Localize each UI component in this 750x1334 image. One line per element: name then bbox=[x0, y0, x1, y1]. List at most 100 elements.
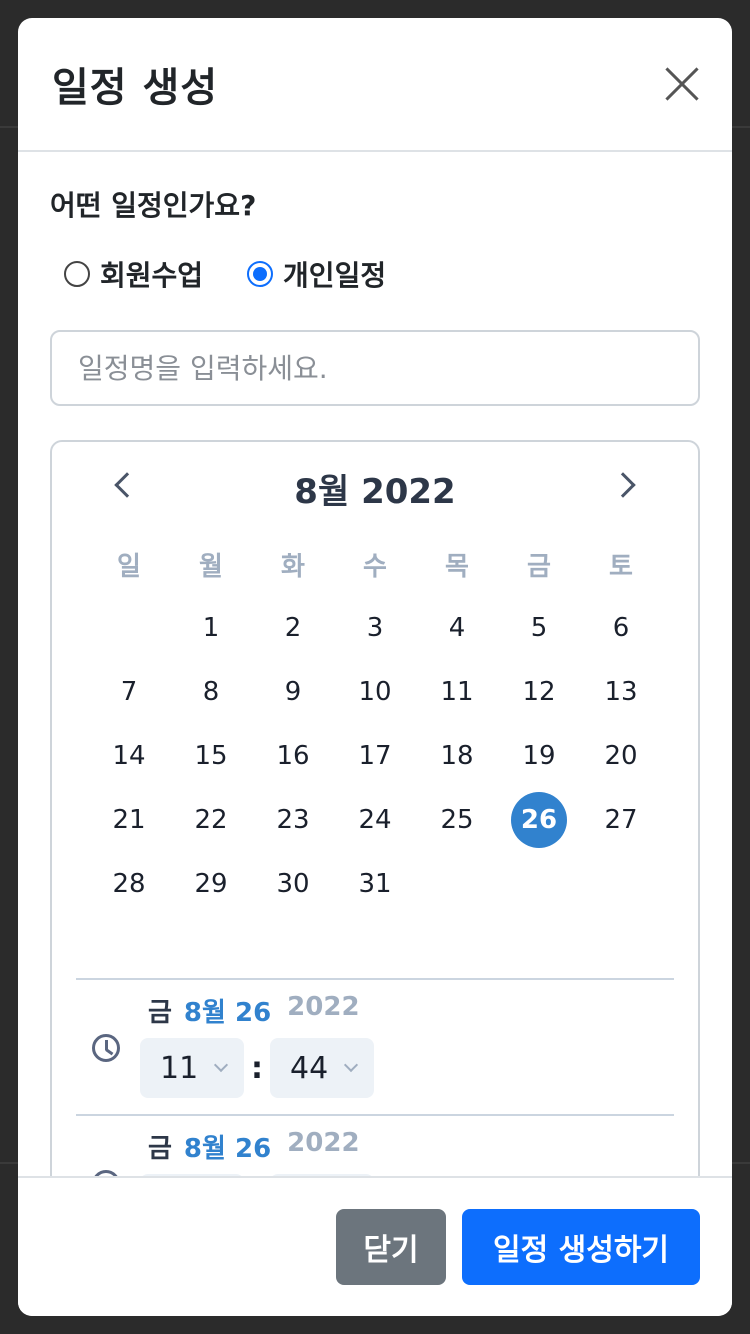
calendar-day[interactable]: 14 bbox=[88, 741, 170, 771]
start-minute-select[interactable]: 44 bbox=[270, 1038, 374, 1098]
calendar-day-number: 26 bbox=[511, 792, 567, 848]
calendar-day-number: 3 bbox=[366, 613, 384, 643]
calendar-month-title: 8월 2022 bbox=[294, 472, 456, 512]
calendar-day-number: 23 bbox=[276, 805, 310, 835]
calendar-day-number: 25 bbox=[440, 805, 474, 835]
calendar-day[interactable]: 4 bbox=[416, 613, 498, 643]
clock-icon bbox=[92, 1034, 120, 1062]
modal-header: 일정 생성 bbox=[18, 18, 732, 152]
weekday-label: 목 bbox=[445, 551, 469, 582]
calendar-day[interactable]: 28 bbox=[88, 869, 170, 899]
calendar-day-number: 22 bbox=[194, 805, 228, 835]
radio-circle-member-class[interactable] bbox=[64, 261, 90, 287]
radio-circle-personal-schedule[interactable] bbox=[247, 261, 274, 287]
calendar-day-number: 4 bbox=[448, 613, 466, 643]
calendar-day[interactable]: 25 bbox=[416, 805, 498, 835]
calendar-day-number: 13 bbox=[604, 677, 638, 707]
calendar-weeks: 1 2 3 4 5 6 7 8 9 10 11 12 13 14 15 16 17 18 19 20 21 22 23 24 2… bbox=[88, 596, 662, 916]
end-date: 8월 26 bbox=[183, 1134, 272, 1164]
calendar-week-row: 14 15 16 17 18 19 20 bbox=[88, 724, 662, 788]
radio-label: 개인일정 bbox=[283, 259, 387, 292]
weekday-row: 일 월 화 수 목 금 토 bbox=[88, 532, 662, 596]
weekday-label: 월 bbox=[199, 551, 223, 582]
start-weekday: 금 bbox=[148, 998, 172, 1028]
calendar-day-number: 27 bbox=[604, 805, 638, 835]
chevron-down-icon bbox=[213, 1057, 229, 1073]
end-date-label: 금 8월 26 2022 bbox=[148, 1128, 360, 1165]
calendar-day[interactable]: 26 bbox=[498, 792, 580, 848]
calendar-day[interactable]: 27 bbox=[580, 805, 662, 835]
calendar-day-number: 2 bbox=[284, 613, 302, 643]
calendar-day[interactable]: 8 bbox=[170, 677, 252, 707]
calendar-day-number: 30 bbox=[276, 869, 310, 899]
calendar-day-number: 14 bbox=[112, 741, 146, 771]
calendar-day[interactable]: 20 bbox=[580, 741, 662, 771]
calendar-day-number: 12 bbox=[522, 677, 556, 707]
schedule-name-input[interactable] bbox=[50, 330, 700, 406]
calendar-day[interactable]: 5 bbox=[498, 613, 580, 643]
calendar-day[interactable]: 17 bbox=[334, 741, 416, 771]
radio-personal-schedule[interactable]: 개인일정 bbox=[247, 254, 386, 294]
radio-member-class[interactable]: 회원수업 bbox=[64, 254, 203, 294]
calendar-day-number: 20 bbox=[604, 741, 638, 771]
calendar-day[interactable]: 29 bbox=[170, 869, 252, 899]
close-button[interactable]: 닫기 bbox=[336, 1209, 446, 1285]
start-hour-value: 11 bbox=[160, 1050, 199, 1086]
calendar-day[interactable]: 1 bbox=[170, 613, 252, 643]
calendar-day[interactable]: 19 bbox=[498, 741, 580, 771]
calendar-day-number: 16 bbox=[276, 741, 310, 771]
close-icon[interactable] bbox=[662, 64, 702, 104]
calendar-week-row: 1 2 3 4 5 6 bbox=[88, 596, 662, 660]
calendar-day-number: 28 bbox=[112, 869, 146, 899]
calendar-week-row: 28 29 30 31 bbox=[88, 852, 662, 916]
calendar-day-number: 7 bbox=[120, 677, 138, 707]
start-hour-select[interactable]: 11 bbox=[140, 1038, 244, 1098]
calendar-day-number: 31 bbox=[358, 869, 392, 899]
calendar-day-number: 10 bbox=[358, 677, 392, 707]
create-schedule-modal: 일정 생성 어떤 일정인가요? 회원수업 개인일정 8월 2022 bbox=[18, 18, 732, 1316]
calendar-day-number: 1 bbox=[202, 613, 220, 643]
schedule-type-question: 어떤 일정인가요? bbox=[50, 189, 257, 222]
weekday-label: 화 bbox=[281, 551, 305, 582]
start-time-section: 금 8월 26 2022 11 : 44 bbox=[76, 978, 674, 1114]
calendar-day[interactable]: 30 bbox=[252, 869, 334, 899]
calendar-day[interactable]: 15 bbox=[170, 741, 252, 771]
calendar-day[interactable]: 22 bbox=[170, 805, 252, 835]
calendar-day-number: 11 bbox=[440, 677, 474, 707]
modal-footer: 닫기 일정 생성하기 bbox=[18, 1176, 732, 1316]
calendar-day[interactable]: 2 bbox=[252, 613, 334, 643]
weekday-label: 토 bbox=[609, 551, 633, 582]
create-schedule-button[interactable]: 일정 생성하기 bbox=[462, 1209, 700, 1285]
end-year: 2022 bbox=[287, 1128, 360, 1158]
calendar-day[interactable]: 13 bbox=[580, 677, 662, 707]
calendar-day[interactable]: 18 bbox=[416, 741, 498, 771]
end-time-section: 금 8월 26 2022 bbox=[76, 1114, 674, 1176]
weekday-label: 금 bbox=[527, 551, 551, 582]
start-year: 2022 bbox=[287, 992, 360, 1022]
calendar-day[interactable]: 16 bbox=[252, 741, 334, 771]
calendar-day[interactable]: 6 bbox=[580, 613, 662, 643]
calendar-day[interactable]: 3 bbox=[334, 613, 416, 643]
calendar-day[interactable]: 11 bbox=[416, 677, 498, 707]
calendar-day[interactable]: 7 bbox=[88, 677, 170, 707]
calendar-week-row: 7 8 9 10 11 12 13 bbox=[88, 660, 662, 724]
calendar-day[interactable]: 12 bbox=[498, 677, 580, 707]
calendar-day[interactable]: 10 bbox=[334, 677, 416, 707]
time-separator: : bbox=[251, 1050, 263, 1086]
radio-label: 회원수업 bbox=[100, 259, 204, 292]
calendar-week-row: 21 22 23 24 25 26 27 bbox=[88, 788, 662, 852]
calendar-day[interactable]: 23 bbox=[252, 805, 334, 835]
calendar-day[interactable]: 24 bbox=[334, 805, 416, 835]
calendar-day[interactable]: 31 bbox=[334, 869, 416, 899]
calendar-day-number: 5 bbox=[530, 613, 548, 643]
calendar-day-number: 8 bbox=[202, 677, 220, 707]
calendar-day[interactable]: 9 bbox=[252, 677, 334, 707]
calendar-day[interactable]: 21 bbox=[88, 805, 170, 835]
start-time-selects: 11 : 44 bbox=[140, 1038, 374, 1098]
calendar-day-number: 24 bbox=[358, 805, 392, 835]
calendar-day-number: 29 bbox=[194, 869, 228, 899]
schedule-type-options: 회원수업 개인일정 bbox=[64, 254, 700, 294]
end-weekday: 금 bbox=[148, 1134, 172, 1164]
calendar-day-number: 17 bbox=[358, 741, 392, 771]
modal-title: 일정 생성 bbox=[52, 65, 219, 111]
